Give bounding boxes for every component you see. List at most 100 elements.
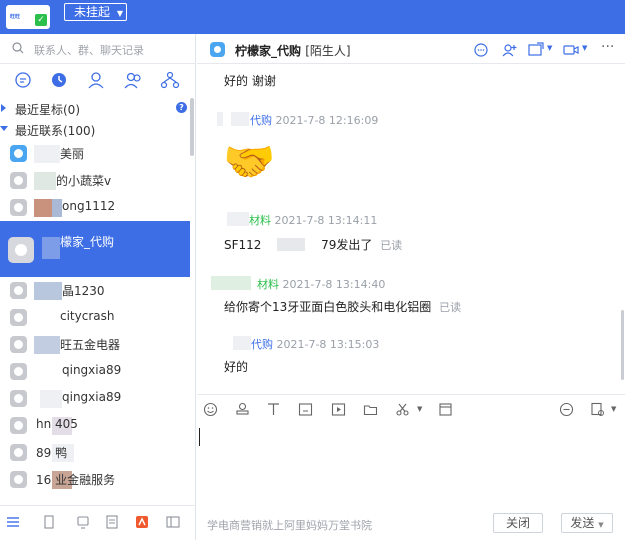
contact-avatar [10, 363, 27, 380]
scissors-icon[interactable] [395, 402, 410, 417]
group-recent-label: 最近联系(100) [15, 124, 96, 138]
tracking-prefix: SF112 [224, 238, 262, 252]
chat-bubble-icon[interactable] [13, 70, 33, 90]
more-icon[interactable]: ··· [601, 39, 614, 55]
redacted-block [277, 238, 306, 251]
contact-name: hn 405 [36, 417, 78, 431]
user-avatar[interactable]: 旺旺 ✓ [6, 5, 50, 29]
contact-avatar [10, 282, 27, 299]
contact-item[interactable]: 的小蔬菜v [0, 167, 190, 194]
promo-link[interactable]: 学电商营销就上阿里妈妈万堂书院 [207, 517, 372, 533]
redacted-block [52, 199, 62, 217]
redacted-block [34, 282, 62, 300]
message-input[interactable] [197, 422, 625, 508]
sidebar-toolbar [0, 505, 196, 537]
chevron-down-icon[interactable]: ▼ [582, 44, 587, 52]
message-list: 好的 谢谢 代购 2021-7-8 12:16:09 🤝 材料 2021-7-8… [197, 64, 625, 394]
help-icon[interactable]: ? [176, 102, 187, 113]
message-body: 给你寄个13牙亚面白色胶头和电化铝圈 [224, 300, 432, 314]
close-button[interactable]: 关闭 [493, 513, 543, 533]
status-dropdown[interactable]: 未挂起 ▼ [64, 3, 127, 21]
message-meta: 材料 2021-7-8 13:14:11 [249, 212, 377, 228]
search-input[interactable]: 联系人、群、聊天记录 [34, 42, 144, 58]
message-text: 好的 谢谢 [224, 74, 276, 88]
sidebar-scrollbar[interactable] [190, 98, 194, 156]
message-scrollbar[interactable] [621, 310, 624, 380]
contact-item[interactable]: citycrash [0, 304, 190, 331]
message-time: 2021-7-8 13:15:03 [276, 338, 380, 351]
redacted-block [227, 212, 249, 226]
contact-item[interactable]: 旺五金电器 [0, 331, 190, 358]
chat-record-icon[interactable] [76, 515, 90, 529]
message-icon[interactable] [473, 42, 489, 58]
screenshot-icon[interactable] [298, 402, 313, 417]
contact-avatar [10, 199, 27, 216]
chevron-down-icon[interactable]: ▼ [611, 405, 616, 413]
contact-avatar [10, 417, 27, 434]
share-screen-icon[interactable] [528, 42, 544, 58]
contact-item-selected[interactable]: 檬家_代购 [0, 221, 190, 277]
redacted-block [211, 276, 251, 290]
video-call-icon[interactable] [563, 42, 579, 58]
redacted-block [34, 336, 60, 354]
text-cursor [199, 428, 200, 446]
chat-avatar[interactable] [210, 42, 225, 57]
contact-icon[interactable] [86, 70, 106, 90]
sidebar-tabs [0, 64, 196, 96]
organization-icon[interactable] [160, 70, 180, 90]
menu-icon[interactable] [6, 515, 20, 529]
contact-item[interactable]: 16 业金融服务 [0, 466, 190, 493]
emoji-icon[interactable] [203, 402, 218, 417]
chat-log-icon[interactable] [590, 402, 605, 417]
video-icon[interactable] [331, 402, 346, 417]
compose-toolbar: ▼ ▼ [197, 394, 625, 422]
message-sender: 材料 [257, 278, 279, 291]
contact-item[interactable]: qingxia89 [0, 358, 190, 385]
search-box[interactable]: 联系人、群、聊天记录 [0, 34, 196, 64]
chevron-down-icon [0, 126, 8, 131]
redacted-block [231, 112, 249, 126]
bookmark-icon[interactable] [42, 515, 56, 529]
sidebar: 联系人、群、聊天记录 最近星标(0) ? 最近联系(100) 美丽 的小蔬菜v … [0, 34, 196, 554]
history-icon[interactable] [559, 402, 574, 417]
message-sender: 材料 [249, 214, 271, 227]
contact-item[interactable]: 晶1230 [0, 277, 190, 304]
send-button[interactable]: 发送 ▼ [561, 513, 613, 533]
chevron-down-icon[interactable]: ▼ [417, 405, 422, 413]
contact-list: 美丽 的小蔬菜v ong1112 檬家_代购 晶1230 citycrash 旺… [0, 140, 190, 500]
tracking-suffix: 79发出了 [321, 238, 373, 252]
message-sender: 代购 [251, 338, 273, 351]
calendar-icon[interactable] [438, 402, 453, 417]
add-contact-icon[interactable] [501, 42, 517, 58]
window-icon[interactable] [166, 515, 180, 529]
contact-item[interactable]: hn 405 [0, 412, 190, 439]
message-meta: 材料 2021-7-8 13:14:40 [257, 276, 385, 292]
online-check-icon: ✓ [35, 14, 47, 26]
contact-avatar [10, 390, 27, 407]
window-bottom [0, 540, 625, 554]
read-receipt: 已读 [439, 301, 462, 314]
folder-icon[interactable] [363, 402, 378, 417]
contact-name: qingxia89 [62, 390, 122, 404]
contact-avatar [10, 471, 27, 488]
clock-icon[interactable] [49, 70, 69, 90]
contact-item[interactable]: qingxia89 [0, 385, 190, 412]
contact-name: 89 鸭 [36, 446, 68, 460]
chevron-down-icon[interactable]: ▼ [547, 44, 552, 52]
stamp-icon[interactable] [235, 402, 250, 417]
contact-name: 16 业金融服务 [36, 473, 116, 487]
contact-item[interactable]: 89 鸭 [0, 439, 190, 466]
chat-header: 柠檬家_代购 [陌生人] ▼ ▼ ··· [197, 34, 625, 64]
group-icon[interactable] [123, 70, 143, 90]
contact-item[interactable]: ong1112 [0, 194, 190, 221]
contact-name: 旺五金电器 [60, 338, 121, 352]
contact-name: 美丽 [60, 147, 85, 161]
message-meta: 代购 2021-7-8 12:16:09 [250, 112, 378, 128]
document-icon[interactable] [105, 515, 119, 529]
status-label: 未挂起 [74, 5, 111, 19]
app-icon[interactable] [135, 515, 149, 529]
contact-avatar [10, 145, 27, 162]
chat-title-name: 柠檬家_代购 [235, 44, 302, 58]
contact-item[interactable]: 美丽 [0, 140, 190, 167]
font-icon[interactable] [266, 402, 281, 417]
